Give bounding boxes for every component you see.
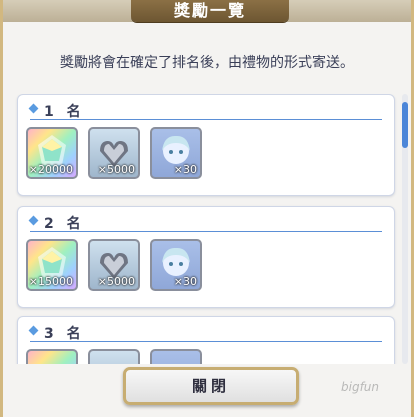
rewards-list[interactable]: 1 名 ×20000 ×5000 ×30 2 名 ×15000 ×5000 ×3…: [15, 94, 410, 364]
character-portrait-icon[interactable]: ×30: [150, 239, 202, 291]
rank-label: 2 名: [44, 216, 85, 232]
item-quantity: ×30: [173, 275, 197, 288]
diamond-icon: [28, 215, 39, 226]
dialog-header: 獎勵一覽: [3, 0, 411, 22]
silver-crystal-icon[interactable]: ×5000: [88, 127, 140, 179]
rank-label: 1 名: [44, 104, 85, 120]
reward-item-slot[interactable]: [26, 349, 78, 364]
item-quantity: ×5000: [97, 163, 135, 176]
watermark: bigfun: [341, 380, 380, 394]
close-button[interactable]: 關閉: [123, 367, 299, 405]
diamond-icon: [28, 103, 39, 114]
rewards-dialog: 獎勵一覽 獎勵將會在確定了排名後，由禮物的形式寄送。 1 名 ×20000 ×5…: [0, 0, 414, 417]
item-quantity: ×30: [173, 163, 197, 176]
silver-crystal-icon[interactable]: ×5000: [88, 239, 140, 291]
item-quantity: ×15000: [28, 275, 73, 288]
rank-header: 3 名: [28, 323, 382, 342]
diamond-icon: [28, 325, 39, 336]
rank-block-1: 1 名 ×20000 ×5000 ×30: [17, 94, 395, 196]
item-quantity: ×5000: [97, 275, 135, 288]
rainbow-gem-icon[interactable]: ×15000: [26, 239, 78, 291]
rank-header: 1 名: [28, 101, 382, 120]
rank-block-3: 3 名: [17, 316, 395, 364]
rank-label: 3 名: [44, 326, 85, 342]
dialog-subtitle: 獎勵將會在確定了排名後，由禮物的形式寄送。: [60, 55, 354, 71]
dialog-title: 獎勵一覽: [131, 0, 289, 22]
scrollbar-thumb[interactable]: [402, 102, 408, 148]
rainbow-gem-icon[interactable]: ×20000: [26, 127, 78, 179]
character-portrait-icon[interactable]: ×30: [150, 127, 202, 179]
item-quantity: ×20000: [28, 163, 73, 176]
reward-item-slot[interactable]: [88, 349, 140, 364]
scrollbar[interactable]: [402, 94, 408, 364]
rank-block-2: 2 名 ×15000 ×5000 ×30: [17, 206, 395, 308]
reward-item-slot[interactable]: [150, 349, 202, 364]
rank-header: 2 名: [28, 213, 382, 232]
